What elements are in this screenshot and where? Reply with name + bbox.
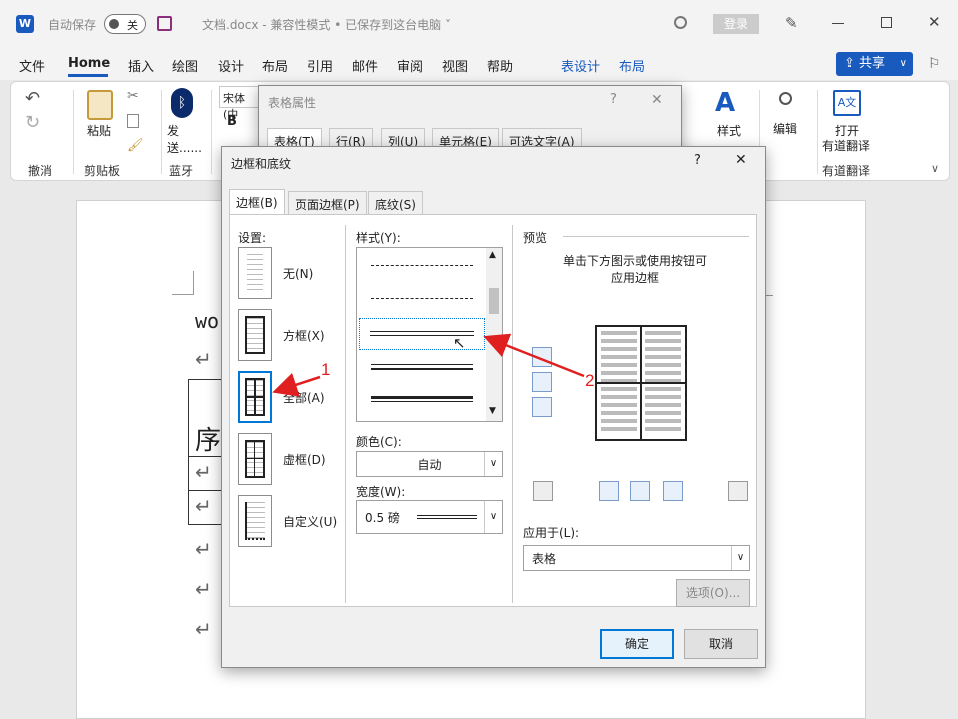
annotation-marker-1: 1 xyxy=(321,360,330,379)
annotation-arrow-2 xyxy=(483,333,585,378)
annotation-arrow-1 xyxy=(272,372,321,397)
annotation-marker-2: 2 xyxy=(585,371,594,390)
annotation-overlay: 1 2 xyxy=(272,333,594,397)
